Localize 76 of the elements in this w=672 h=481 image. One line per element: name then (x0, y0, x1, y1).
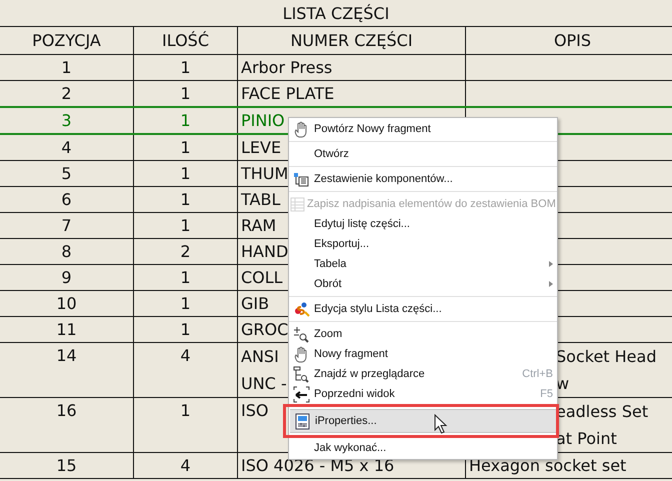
menu-item[interactable]: Nowy fragment (289, 344, 557, 364)
back-arrow-icon (292, 386, 310, 402)
table-cell-text: 1 (180, 215, 191, 237)
table-cell-text: RAM (241, 215, 276, 237)
menu-item[interactable]: Powtórz Nowy fragment (289, 119, 557, 139)
table-cell-text: 1 (180, 293, 191, 315)
table-cell-text: UNC - (241, 373, 287, 395)
table-cell-text: TABL (241, 189, 280, 211)
table-icon (289, 196, 306, 212)
table-cell-text: 1 (180, 110, 191, 132)
menu-item[interactable]: Poprzedni widok F5 (289, 384, 557, 404)
component-list-icon (292, 170, 310, 188)
menu-item[interactable]: Eksportuj... (289, 234, 557, 254)
menu-item[interactable]: Edycja stylu Lista części... (289, 299, 557, 319)
table-cell-text: ISO (241, 400, 268, 422)
table-cell-text: Hexagon socket set (469, 455, 626, 477)
table-cell-text: 11 (56, 319, 77, 341)
table-cell-text: FACE PLATE (241, 83, 334, 105)
table-cell-text: 1 (180, 189, 191, 211)
table-cell-text: Socket Head (556, 346, 656, 368)
table-cell-text: THUM (241, 163, 288, 185)
table-cell-text: Arbor Press (241, 57, 332, 79)
table-cell-text: 16 (56, 400, 77, 422)
table-cell-text: 1 (180, 163, 191, 185)
table-cell-text: 8 (61, 241, 72, 263)
menu-item[interactable]: Otwórz (289, 144, 557, 164)
menu-item[interactable]: Tabela (289, 254, 557, 274)
hand-icon (292, 120, 310, 138)
table-cell-text: 7 (61, 215, 72, 237)
table-cell-text: ANSI (241, 346, 279, 368)
table-cell-text: 2 (180, 241, 191, 263)
menu-item[interactable]: Obrót (289, 274, 557, 294)
shortcut-label: F5 (540, 388, 553, 400)
table-cell-text: 4 (61, 137, 72, 159)
table-cell-text: eadless Set (556, 401, 648, 423)
table-cell-text: 3 (61, 110, 72, 132)
table-cell-text: 5 (61, 163, 72, 185)
table-cell-text: HAND (241, 241, 288, 263)
properties-icon (294, 412, 310, 430)
table-cell-text: 4 (180, 345, 191, 367)
shortcut-label: Ctrl+B (522, 368, 553, 380)
table-cell-text: 1 (180, 400, 191, 422)
table-cell-text: 15 (56, 455, 77, 477)
column-header: ILOŚĆ (134, 26, 238, 54)
table-cell-text: 1 (180, 267, 191, 289)
menu-item[interactable]: Zestawienie komponentów... (289, 169, 557, 189)
zoom-icon (292, 326, 310, 342)
table-cell-text: 9 (61, 267, 72, 289)
table-cell-text: GROC (241, 319, 288, 341)
table-cell-text: 6 (61, 189, 72, 211)
column-header: POZYCJA (0, 26, 134, 54)
mouse-pointer-icon (434, 414, 448, 434)
table-cell-text: 14 (56, 345, 77, 367)
table-cell-text: GIB (241, 293, 270, 315)
menu-item[interactable]: Znajdź w przeglądarce Ctrl+B (289, 364, 557, 384)
table-title: LISTA CZĘŚCI (282, 3, 390, 25)
menu-item[interactable]: iProperties... (290, 409, 556, 433)
menu-item[interactable]: Jak wykonać... (289, 438, 557, 458)
table-cell-text: 2 (61, 83, 72, 105)
table-cell-text: 4 (180, 455, 191, 477)
table-cell-text: 1 (180, 83, 191, 105)
style-palette-icon (292, 300, 310, 318)
hand-icon (292, 346, 310, 362)
find-tree-icon (292, 366, 310, 382)
menu-item[interactable]: Edytuj listę części... (289, 214, 557, 234)
table-cell-text: LEVE (241, 137, 282, 159)
table-cell-text: 1 (61, 57, 72, 79)
table-cell-text: 1 (180, 57, 191, 79)
table-cell-text: COLL (241, 267, 283, 289)
table-cell-text: 10 (56, 293, 77, 315)
column-header: OPIS (466, 26, 672, 54)
table-cell-text: 1 (180, 137, 191, 159)
table-cell-text: 1 (180, 319, 191, 341)
menu-item[interactable]: Zoom (289, 324, 557, 344)
column-header: NUMER CZĘŚCI (238, 26, 466, 54)
table-cell-text: PINIO (241, 110, 285, 132)
